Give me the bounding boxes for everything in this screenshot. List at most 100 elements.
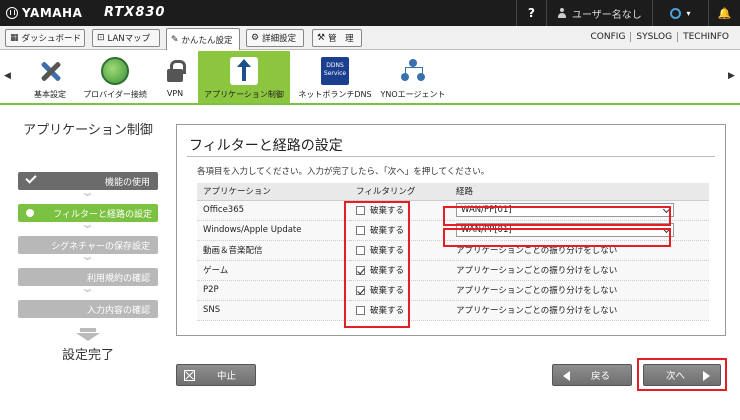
tab-dashboard[interactable]: ▦ ダッシュボード bbox=[5, 29, 85, 47]
chevron-down-icon: ︾ bbox=[84, 257, 91, 265]
filter-cell[interactable]: 破棄する bbox=[350, 260, 450, 281]
discard-checkbox[interactable] bbox=[356, 286, 365, 295]
filter-cell[interactable]: 破棄する bbox=[350, 220, 450, 241]
config-link[interactable]: CONFIG bbox=[586, 32, 631, 42]
app-name: P2P bbox=[197, 280, 350, 301]
scroll-right-icon[interactable]: ▶ bbox=[728, 71, 735, 81]
checkbox-label: 破棄する bbox=[370, 266, 405, 276]
func-provider-connection[interactable]: プロバイダー接続 bbox=[80, 51, 150, 103]
func-label: アプリケーション制御 bbox=[204, 90, 284, 99]
discard-checkbox[interactable] bbox=[356, 226, 365, 235]
button-label: 中止 bbox=[217, 371, 237, 382]
table-row: P2P 破棄する アプリケーションごとの振り分けをしない bbox=[197, 280, 709, 301]
wrench-icon: ⚒ bbox=[317, 33, 326, 43]
yamaha-logo: YAMAHA bbox=[6, 6, 82, 20]
tab-lan-map[interactable]: ⊡ LANマップ bbox=[92, 29, 160, 47]
func-vpn[interactable]: VPN bbox=[154, 51, 196, 103]
route-text: アプリケーションごとの振り分けをしない bbox=[450, 240, 709, 261]
arrow-left-icon bbox=[563, 371, 570, 381]
column-header-application: アプリケーション bbox=[197, 183, 350, 201]
discard-checkbox[interactable] bbox=[356, 206, 365, 215]
func-application-control[interactable]: アプリケーション制御 bbox=[198, 51, 290, 103]
func-netvolante-dns[interactable]: DDNS Service ネットボランチDNS bbox=[296, 51, 374, 103]
column-header-filtering: フィルタリング bbox=[350, 183, 450, 201]
checkbox-label: 破棄する bbox=[370, 286, 405, 296]
func-yno-agent[interactable]: YNOエージェント bbox=[376, 51, 450, 103]
cancel-button[interactable]: 中止 bbox=[176, 364, 256, 386]
route-select[interactable]: WAN/PP[01] bbox=[456, 203, 674, 217]
function-bar: ◀ 基本設定 プロバイダー接続 VPN アプリケーション制御 DDNS Serv… bbox=[0, 51, 740, 105]
status-ring-icon bbox=[670, 7, 682, 19]
step-label: 機能の使用 bbox=[104, 177, 150, 188]
filter-cell[interactable]: 破棄する bbox=[350, 240, 450, 261]
tab-easy-setup[interactable]: ✎ かんたん設定 bbox=[166, 28, 240, 50]
step-filter-route: フィルターと経路の設定 bbox=[18, 204, 158, 222]
checkbox-label: 破棄する bbox=[370, 226, 405, 236]
button-label: 次へ bbox=[666, 371, 686, 382]
tab-label: LANマップ bbox=[107, 34, 151, 44]
route-cell: WAN/PP[01] bbox=[450, 200, 709, 221]
step-confirm: 入力内容の確認 bbox=[18, 300, 158, 318]
wizard-title: アプリケーション制御 bbox=[23, 123, 153, 138]
wizard-finish: 設定完了 bbox=[61, 348, 114, 363]
app-control-icon bbox=[230, 57, 258, 85]
back-button[interactable]: 戻る bbox=[552, 364, 632, 386]
filter-cell[interactable]: 破棄する bbox=[350, 200, 450, 221]
user-name: ユーザー名なし bbox=[572, 9, 642, 21]
top-bar: YAMAHA RTX830 ? ユーザー名なし ▾ 🔔 bbox=[0, 0, 740, 26]
step-label: 利用規約の確認 bbox=[86, 273, 150, 284]
syslog-link[interactable]: SYSLOG bbox=[630, 32, 677, 42]
table-row: Windows/Apple Update 破棄する WAN/PP[01] bbox=[197, 220, 709, 241]
table-row: SNS 破棄する アプリケーションごとの振り分けをしない bbox=[197, 300, 709, 321]
app-name: Windows/Apple Update bbox=[197, 220, 350, 241]
route-text: アプリケーションごとの振り分けをしない bbox=[450, 260, 709, 281]
model-name: RTX830 bbox=[104, 5, 166, 20]
discard-checkbox[interactable] bbox=[356, 266, 365, 275]
techinfo-link[interactable]: TECHINFO bbox=[677, 32, 734, 42]
checkbox-label: 破棄する bbox=[370, 306, 405, 316]
scroll-left-icon[interactable]: ◀ bbox=[4, 71, 11, 81]
dashboard-icon: ▦ bbox=[10, 33, 19, 43]
step-signature-save: シグネチャーの保存設定 bbox=[18, 236, 158, 254]
checkbox-label: 破棄する bbox=[370, 206, 405, 216]
easy-setup-icon: ✎ bbox=[171, 34, 179, 45]
chevron-down-icon: ︾ bbox=[84, 193, 91, 201]
filter-cell[interactable]: 破棄する bbox=[350, 300, 450, 321]
tab-bar: ▦ ダッシュボード ⊡ LANマップ ✎ かんたん設定 ⚙ 詳細設定 ⚒ 管 理… bbox=[0, 26, 740, 50]
lanmap-icon: ⊡ bbox=[97, 33, 105, 43]
top-links: CONFIG SYSLOG TECHINFO bbox=[586, 32, 734, 42]
app-name: ゲーム bbox=[197, 260, 350, 281]
column-header-route: 経路 bbox=[450, 183, 709, 201]
next-button[interactable]: 次へ bbox=[643, 364, 721, 386]
step-label: フィルターと経路の設定 bbox=[53, 209, 152, 220]
settings-panel: フィルターと経路の設定 各項目を入力してください。入力が完了したら、「次へ」を押… bbox=[176, 124, 726, 336]
filter-cell[interactable]: 破棄する bbox=[350, 280, 450, 301]
globe-icon bbox=[101, 57, 129, 85]
step-terms: 利用規約の確認 bbox=[18, 268, 158, 286]
user-menu[interactable]: ユーザー名なし bbox=[546, 0, 652, 26]
chevron-down-icon: ︾ bbox=[84, 225, 91, 233]
help-button[interactable]: ? bbox=[516, 0, 546, 26]
discard-checkbox[interactable] bbox=[356, 246, 365, 255]
route-cell: WAN/PP[01] bbox=[450, 220, 709, 241]
table-row: 動画＆音楽配信 破棄する アプリケーションごとの振り分けをしない bbox=[197, 240, 709, 261]
current-step-dot-icon bbox=[26, 209, 34, 217]
notification-button[interactable]: 🔔 bbox=[708, 0, 740, 26]
func-label: VPN bbox=[166, 89, 184, 98]
table-row: Office365 破棄する WAN/PP[01] bbox=[197, 200, 709, 221]
chevron-down-icon: ▾ bbox=[686, 8, 691, 18]
tab-label: かんたん設定 bbox=[181, 35, 233, 46]
user-icon bbox=[557, 7, 567, 19]
tab-management[interactable]: ⚒ 管 理 bbox=[312, 29, 362, 47]
discard-checkbox[interactable] bbox=[356, 306, 365, 315]
chevron-down-icon: ︾ bbox=[84, 289, 91, 297]
route-select[interactable]: WAN/PP[01] bbox=[456, 223, 674, 237]
func-basic-settings[interactable]: 基本設定 bbox=[22, 51, 78, 103]
tab-label: ダッシュボード bbox=[21, 34, 82, 44]
tab-advanced[interactable]: ⚙ 詳細設定 bbox=[246, 29, 304, 47]
lock-icon bbox=[161, 57, 189, 85]
func-label: 基本設定 bbox=[34, 90, 66, 99]
check-icon bbox=[25, 172, 37, 184]
bell-icon: 🔔 bbox=[717, 6, 732, 20]
status-menu[interactable]: ▾ bbox=[652, 0, 708, 26]
